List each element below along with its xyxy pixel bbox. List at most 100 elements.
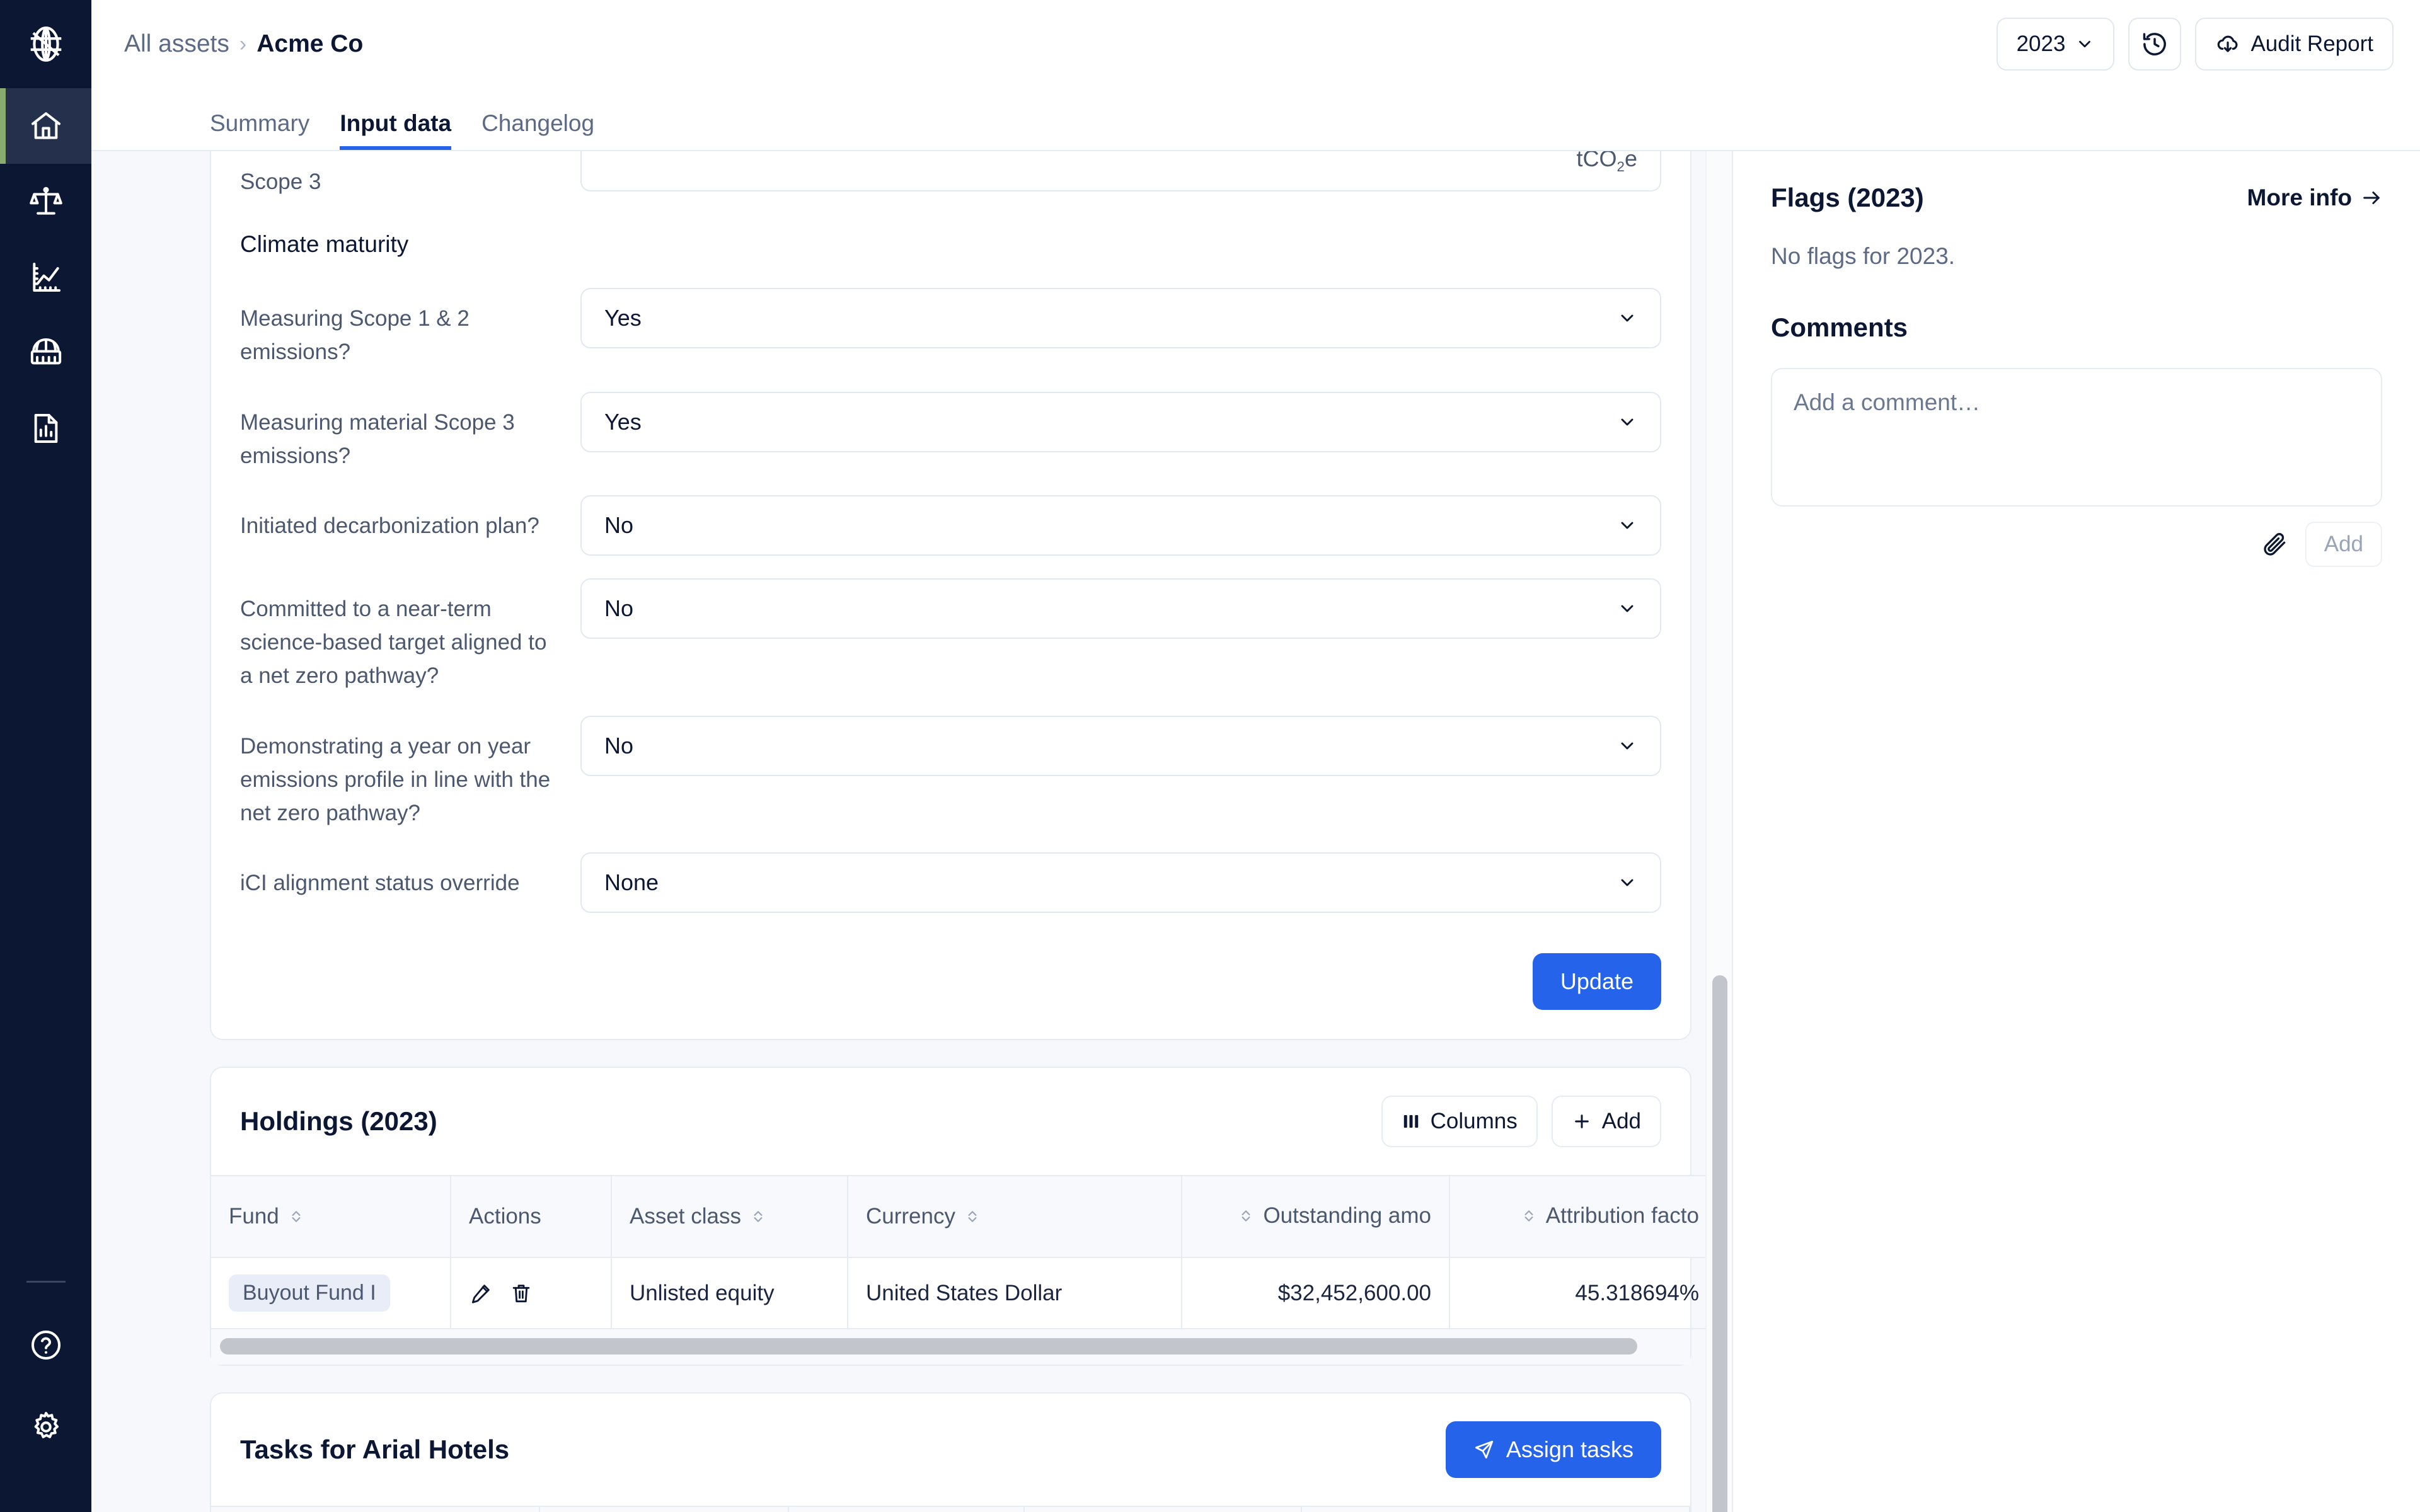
col-fund[interactable]: Fund xyxy=(211,1175,451,1259)
app-logo[interactable] xyxy=(0,0,91,88)
col-attribution-factor[interactable]: Attribution facto xyxy=(1449,1175,1718,1259)
decarbonization-plan-label: Initiated decarbonization plan? xyxy=(240,513,539,538)
measuring-scope12-control: Yes xyxy=(580,288,1661,349)
ici-override-select[interactable]: None xyxy=(580,852,1661,914)
columns-button[interactable]: Columns xyxy=(1381,1096,1538,1148)
sidebar-item-benchmark[interactable] xyxy=(0,164,91,239)
col-outstanding-amount-label: Outstanding amo xyxy=(1263,1203,1431,1228)
comment-input[interactable]: Add a comment… xyxy=(1771,368,2382,507)
sidebar-item-settings[interactable] xyxy=(0,1386,91,1468)
sidebar-item-help[interactable] xyxy=(0,1304,91,1386)
breadcrumb-separator-icon: › xyxy=(239,32,247,56)
sort-icon xyxy=(1521,1208,1537,1224)
table-row: Buyout Fund I Unlisted equity United Sta… xyxy=(211,1257,1718,1330)
holdings-horizontal-scrollbar[interactable] xyxy=(211,1329,1690,1365)
breadcrumb: All assets › Acme Co xyxy=(124,30,363,58)
col-actions: Actions xyxy=(451,1175,612,1259)
sbt-commitment-select[interactable]: No xyxy=(580,578,1661,639)
add-comment-button[interactable]: Add xyxy=(2305,522,2382,567)
content-vertical-scrollbar[interactable] xyxy=(1705,151,1732,1512)
flags-title: Flags (2023) xyxy=(1771,183,1924,212)
content-scrollbar-thumb[interactable] xyxy=(1712,975,1727,1512)
measuring-scope3-select[interactable]: Yes xyxy=(580,391,1661,452)
sidebar-item-analytics[interactable] xyxy=(0,239,91,315)
cloud-download-icon xyxy=(2215,32,2240,57)
holdings-header-actions: Columns Add xyxy=(1381,1096,1661,1148)
sort-icon xyxy=(750,1208,766,1225)
cell-actions xyxy=(451,1257,612,1330)
climate-maturity-section-title: Climate maturity xyxy=(240,231,409,258)
measuring-scope3-control: Yes xyxy=(580,391,1661,452)
sidebar-item-reports[interactable] xyxy=(0,391,91,466)
bank-icon xyxy=(28,335,64,370)
year-selector[interactable]: 2023 xyxy=(1996,18,2115,71)
more-info-label: More info xyxy=(2247,185,2352,210)
col-outstanding-amount[interactable]: Outstanding amo xyxy=(1182,1175,1450,1259)
sort-icon xyxy=(1238,1208,1254,1224)
comments-title: Comments xyxy=(1771,312,1908,342)
col-due-date[interactable]: Due date xyxy=(539,1506,790,1512)
col-currency-label: Currency xyxy=(866,1204,955,1229)
tasks-header-row: Task Due date Reviewer Status Actions xyxy=(211,1506,1690,1512)
home-icon xyxy=(28,108,64,144)
col-task[interactable]: Task xyxy=(211,1506,540,1512)
pencil-icon[interactable] xyxy=(469,1281,493,1305)
trash-icon[interactable] xyxy=(509,1281,533,1305)
chevron-down-icon xyxy=(2075,35,2094,54)
assign-tasks-button[interactable]: Assign tasks xyxy=(1445,1421,1661,1479)
cell-asset-class: Unlisted equity xyxy=(611,1257,848,1330)
select-value: Yes xyxy=(604,408,642,435)
send-icon xyxy=(1473,1439,1495,1460)
columns-button-label: Columns xyxy=(1430,1109,1518,1134)
update-button[interactable]: Update xyxy=(1532,953,1661,1011)
tasks-title: Tasks for Arial Hotels xyxy=(240,1435,510,1465)
col-currency[interactable]: Currency xyxy=(848,1175,1182,1259)
measuring-scope12-select[interactable]: Yes xyxy=(580,288,1661,349)
form-row-measuring-scope12: Measuring Scope 1 & 2 emissions? Yes xyxy=(240,277,1661,380)
content-area: Scope 3 tCO2e Climate maturity Measuring… xyxy=(91,151,1732,1512)
tasks-table-head: Task Due date Reviewer Status Actions xyxy=(211,1506,1690,1512)
col-status[interactable]: Status xyxy=(1024,1506,1303,1512)
scales-balance-icon xyxy=(28,184,64,219)
sort-icon xyxy=(288,1208,304,1225)
tab-changelog[interactable]: Changelog xyxy=(481,112,594,150)
form-row-measuring-scope3: Measuring material Scope 3 emissions? Ye… xyxy=(240,381,1661,484)
add-holding-button[interactable]: Add xyxy=(1551,1096,1661,1148)
fund-chip[interactable]: Buyout Fund I xyxy=(229,1274,390,1312)
yoy-emissions-control: No xyxy=(580,715,1661,776)
help-circle-icon xyxy=(28,1327,64,1363)
paperclip-icon[interactable] xyxy=(2261,530,2289,558)
col-actions-label: Actions xyxy=(469,1204,541,1229)
app-root: All assets › Acme Co 2023 Audit Report S… xyxy=(0,0,2420,1512)
breadcrumb-root-link[interactable]: All assets xyxy=(124,30,229,58)
yoy-emissions-select[interactable]: No xyxy=(580,715,1661,776)
more-info-link[interactable]: More info xyxy=(2247,185,2382,211)
holdings-scrollbar-thumb[interactable] xyxy=(220,1338,1638,1355)
update-row: Update xyxy=(240,953,1661,1011)
history-button[interactable] xyxy=(2128,18,2182,71)
holdings-table: Fund Actions Asset class Currency Outsta… xyxy=(211,1175,1718,1330)
audit-report-button[interactable]: Audit Report xyxy=(2195,18,2394,71)
col-reviewer[interactable]: Reviewer xyxy=(788,1506,1025,1512)
sidebar-item-portfolio[interactable] xyxy=(0,315,91,391)
scope3-input[interactable]: tCO2e xyxy=(580,151,1661,192)
col-asset-class[interactable]: Asset class xyxy=(611,1175,848,1259)
holdings-header-row: Fund Actions Asset class Currency Outsta… xyxy=(211,1175,1718,1259)
cell-fund: Buyout Fund I xyxy=(211,1257,451,1330)
plus-icon xyxy=(1572,1111,1592,1131)
tab-input-data[interactable]: Input data xyxy=(340,112,452,150)
select-value: No xyxy=(604,595,634,621)
select-value: No xyxy=(604,732,634,759)
decarbonization-plan-control: No xyxy=(580,495,1661,556)
chevron-down-icon xyxy=(1617,736,1637,756)
comment-actions: Add xyxy=(1771,522,2382,567)
sbt-commitment-control: No xyxy=(580,578,1661,639)
globe-logo-icon xyxy=(26,25,66,64)
tab-summary[interactable]: Summary xyxy=(210,112,309,150)
sidebar-item-home[interactable] xyxy=(0,88,91,164)
scope3-control: tCO2e xyxy=(580,151,1661,192)
decarbonization-plan-select[interactable]: No xyxy=(580,495,1661,556)
sbt-commitment-label: Committed to a near-term science-based t… xyxy=(240,596,547,689)
main-column: All assets › Acme Co 2023 Audit Report S… xyxy=(91,0,2420,1512)
add-holding-label: Add xyxy=(1601,1109,1641,1134)
